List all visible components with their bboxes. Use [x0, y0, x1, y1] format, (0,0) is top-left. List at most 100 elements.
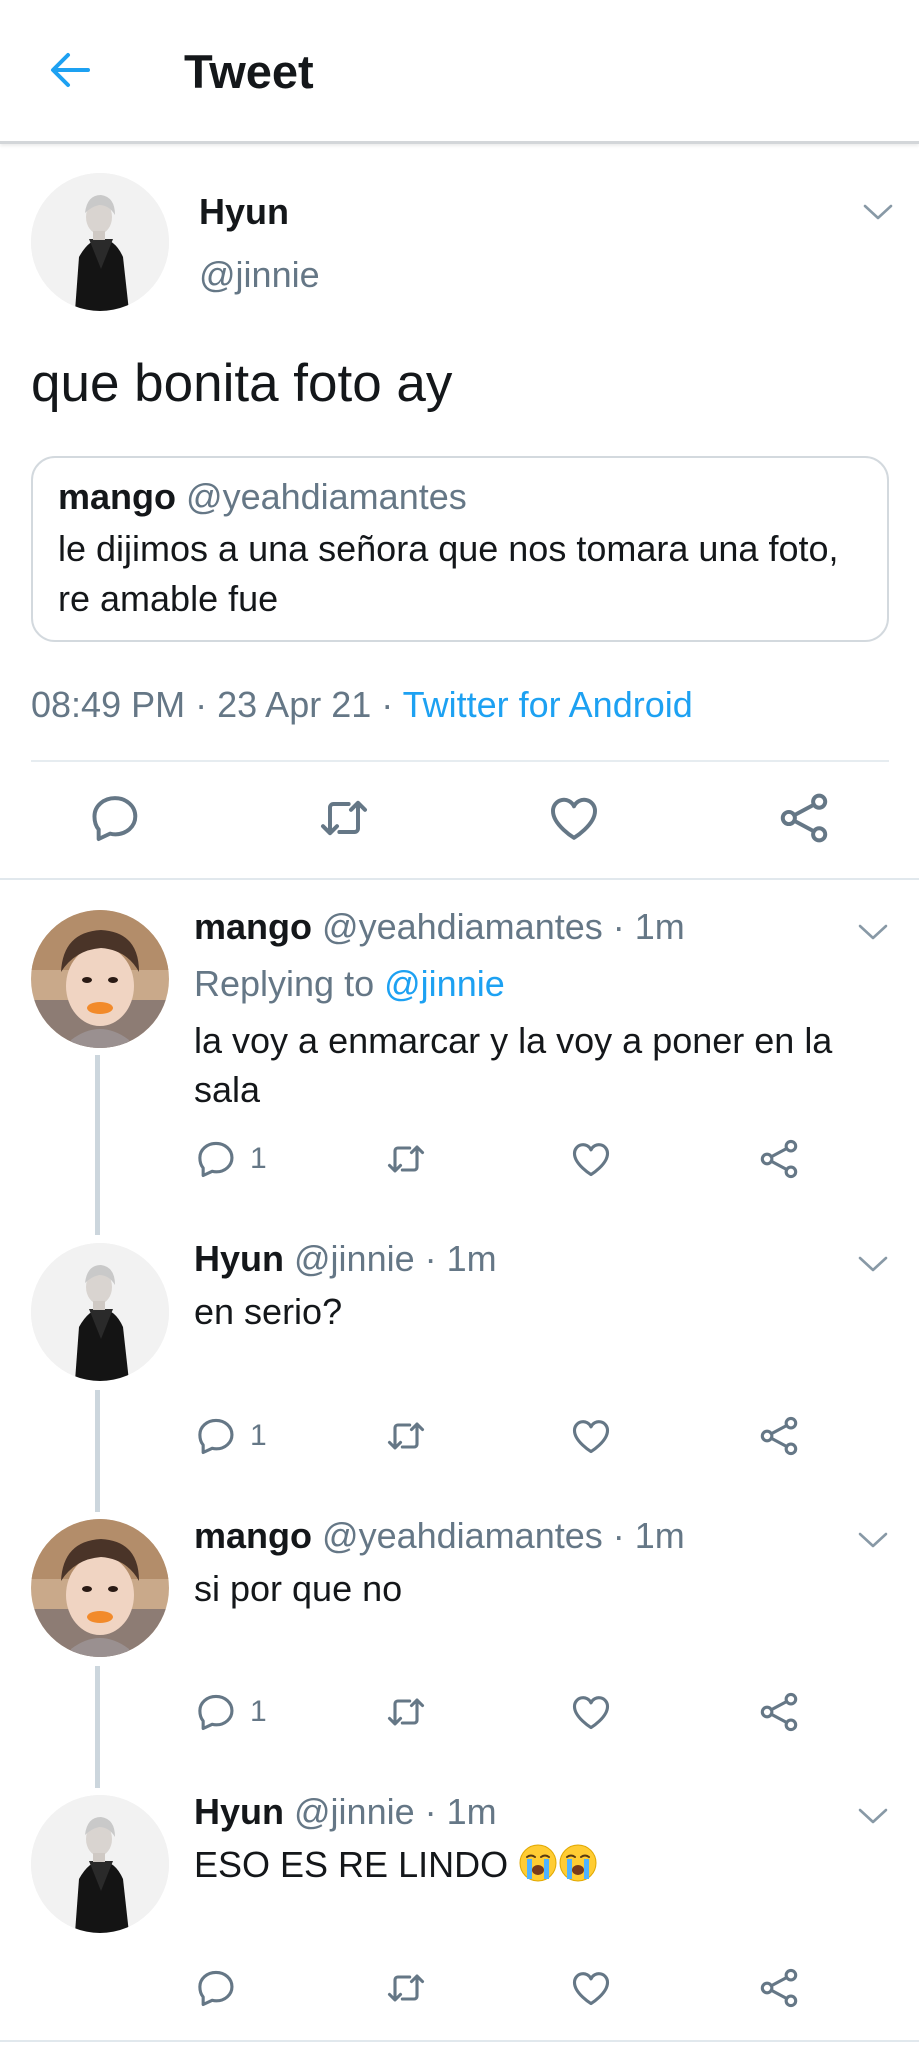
author-name[interactable]: Hyun: [199, 191, 289, 233]
share-icon[interactable]: [776, 790, 832, 846]
chevron-down-icon[interactable]: [856, 1804, 890, 1828]
retweet-icon[interactable]: [316, 790, 372, 846]
reply-action-bar: 1: [0, 1689, 919, 1735]
share-icon: [757, 1966, 801, 2010]
author-handle[interactable]: @jinnie: [199, 254, 320, 296]
tweet-action-bar: [0, 790, 919, 848]
tweet-source-link[interactable]: Twitter for Android: [403, 684, 693, 725]
share-icon: [757, 1137, 801, 1181]
retweet-button[interactable]: [384, 1965, 428, 2011]
reply-button[interactable]: 1: [194, 1136, 267, 1182]
reply-button[interactable]: [194, 1965, 238, 2011]
reply-action-bar: [0, 1965, 919, 2011]
reply-text: la voy a enmarcar y la voy a poner en la…: [194, 1020, 833, 1110]
page-title: Tweet: [184, 45, 314, 98]
reply-time: 1m: [634, 1515, 685, 1556]
reply-text: si por que no: [194, 1568, 403, 1609]
tweet-text: que bonita foto ay: [31, 354, 453, 413]
share-icon: [757, 1690, 801, 1734]
like-button[interactable]: [569, 1689, 613, 1735]
retweet-button[interactable]: [384, 1689, 428, 1735]
reply-header: Hyun @jinnie · 1m: [194, 1791, 497, 1833]
chevron-down-icon[interactable]: [861, 200, 895, 224]
chevron-down-icon[interactable]: [856, 920, 890, 944]
avatar[interactable]: [31, 1243, 169, 1381]
separator-dot: ·: [612, 1515, 625, 1556]
reply-author-name[interactable]: Hyun: [194, 1238, 284, 1279]
chevron-down-icon[interactable]: [856, 1252, 890, 1276]
reply-text-row: ESO ES RE LINDO: [194, 1840, 874, 1889]
tweet-meta: 08:49 PM · 23 Apr 21 · Twitter for Andro…: [31, 684, 693, 726]
meta-separator: ·: [195, 684, 208, 725]
avatar[interactable]: [31, 1795, 169, 1933]
meta-separator: ·: [381, 684, 394, 725]
separator-dot: ·: [424, 1238, 437, 1279]
divider: [0, 878, 919, 880]
crying-face-emoji: [558, 1843, 598, 1883]
tweet-time: 08:49 PM: [31, 684, 186, 725]
reply-icon: [194, 1414, 238, 1458]
replying-to: Replying to @jinnie: [194, 963, 505, 1005]
retweet-button[interactable]: [384, 1136, 428, 1182]
divider: [31, 760, 889, 762]
retweet-button[interactable]: [384, 1413, 428, 1459]
reply-author-name[interactable]: Hyun: [194, 1791, 284, 1832]
reply-time: 1m: [634, 906, 685, 947]
reply-header: mango @yeahdiamantes · 1m: [194, 906, 685, 948]
reply-button[interactable]: 1: [194, 1689, 267, 1735]
heart-icon: [569, 1414, 613, 1458]
retweet-icon: [384, 1137, 428, 1181]
reply-icon: [194, 1690, 238, 1734]
reply-icon[interactable]: [87, 790, 143, 846]
reply-author-handle[interactable]: @jinnie: [294, 1791, 415, 1832]
quoted-tweet[interactable]: mango @yeahdiamantes le dijimos a una se…: [31, 456, 889, 642]
reply-button[interactable]: 1: [194, 1413, 267, 1459]
reply-header: mango @yeahdiamantes · 1m: [194, 1515, 685, 1557]
reply-action-bar: 1: [0, 1136, 919, 1182]
heart-icon: [569, 1137, 613, 1181]
reply-author-name[interactable]: mango: [194, 1515, 312, 1556]
reply-text: en serio?: [194, 1291, 343, 1332]
reply-count: 1: [250, 1695, 267, 1728]
share-button[interactable]: [757, 1136, 801, 1182]
share-button[interactable]: [757, 1965, 801, 2011]
reply-icon: [194, 1137, 238, 1181]
avatar[interactable]: [31, 173, 169, 311]
avatar[interactable]: [31, 1519, 169, 1657]
retweet-icon: [384, 1414, 428, 1458]
reply-author-handle[interactable]: @jinnie: [294, 1238, 415, 1279]
separator-dot: ·: [424, 1791, 437, 1832]
like-button[interactable]: [569, 1136, 613, 1182]
reply-author-handle[interactable]: @yeahdiamantes: [322, 906, 603, 947]
reply-action-bar: 1: [0, 1413, 919, 1459]
quoted-tweet-header: mango @yeahdiamantes: [58, 476, 467, 518]
chevron-down-icon[interactable]: [856, 1528, 890, 1552]
quoted-author-handle: @yeahdiamantes: [186, 476, 467, 517]
mention-link[interactable]: @jinnie: [384, 963, 505, 1004]
divider: [0, 2040, 919, 2042]
tweet-date: 23 Apr 21: [217, 684, 372, 725]
reply-author-handle[interactable]: @yeahdiamantes: [322, 1515, 603, 1556]
top-app-bar: Tweet: [0, 0, 919, 144]
share-button[interactable]: [757, 1689, 801, 1735]
arrow-left-icon[interactable]: [44, 44, 96, 96]
reply-author-name[interactable]: mango: [194, 906, 312, 947]
share-button[interactable]: [757, 1413, 801, 1459]
quoted-author-name: mango: [58, 476, 177, 517]
heart-icon[interactable]: [546, 790, 602, 846]
reply-count: 1: [250, 1419, 267, 1452]
reply-header: Hyun @jinnie · 1m: [194, 1238, 497, 1280]
reply-time: 1m: [446, 1238, 497, 1279]
quoted-tweet-text: le dijimos a una señora que nos tomara u…: [58, 528, 839, 619]
reply-count: 1: [250, 1142, 267, 1175]
crying-face-emoji: [518, 1843, 558, 1883]
like-button[interactable]: [569, 1965, 613, 2011]
reply-text: ESO ES RE LINDO: [194, 1844, 509, 1885]
reply-icon: [194, 1966, 238, 2010]
reply-time: 1m: [446, 1791, 497, 1832]
like-button[interactable]: [569, 1413, 613, 1459]
replying-label: Replying to: [194, 963, 375, 1004]
separator-dot: ·: [612, 906, 625, 947]
avatar[interactable]: [31, 910, 169, 1048]
share-icon: [757, 1414, 801, 1458]
